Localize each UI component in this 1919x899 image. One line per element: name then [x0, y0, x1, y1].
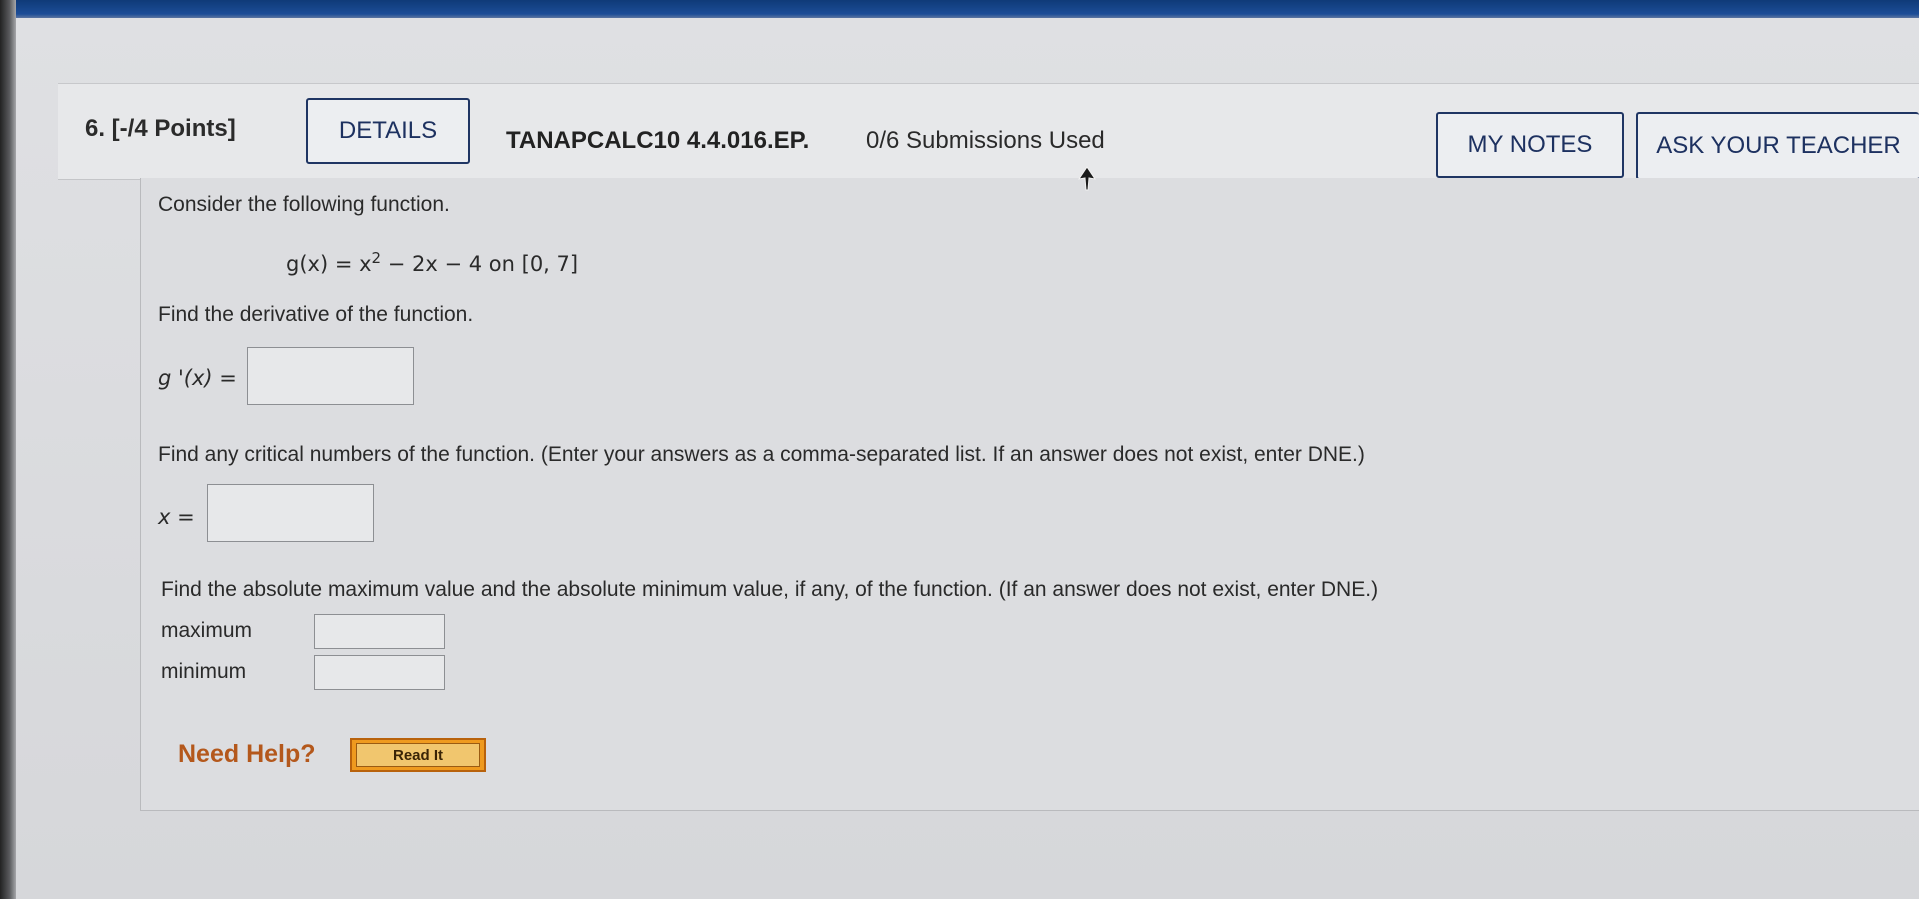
minimum-label: minimum — [161, 660, 247, 683]
function-lhs: g(x) = x — [286, 252, 372, 276]
mouse-cursor-icon — [1078, 166, 1096, 191]
derivative-input[interactable] — [247, 347, 414, 405]
maximum-input[interactable] — [314, 614, 445, 649]
function-exponent: 2 — [371, 249, 382, 267]
read-it-label: Read It — [356, 743, 480, 767]
question-number-points: 6. [-/4 Points] — [85, 115, 236, 142]
screen-bezel — [0, 0, 16, 899]
minimum-input[interactable] — [314, 655, 445, 690]
details-button[interactable]: DETAILS — [306, 98, 470, 164]
submissions-used: 0/6 Submissions Used — [866, 127, 1105, 154]
ask-your-teacher-button[interactable]: ASK YOUR TEACHER — [1636, 112, 1919, 180]
critical-prompt: Find any critical numbers of the functio… — [158, 443, 1365, 466]
intro-text: Consider the following function. — [158, 193, 450, 216]
derivative-label: g '(x) = — [158, 366, 237, 390]
maximum-label: maximum — [161, 619, 253, 642]
function-rhs: − 2x − 4 on [0, 7] — [381, 252, 579, 276]
critical-numbers-input[interactable] — [207, 484, 374, 542]
critical-label: x = — [158, 505, 195, 529]
browser-top-bar — [0, 0, 1919, 20]
my-notes-button[interactable]: MY NOTES — [1436, 112, 1624, 178]
function-expression: g(x) = x2 − 2x − 4 on [0, 7] — [286, 249, 578, 276]
extrema-prompt: Find the absolute maximum value and the … — [161, 578, 1379, 601]
course-code: TANAPCALC10 4.4.016.EP. — [506, 127, 810, 154]
need-help-label: Need Help? — [178, 740, 316, 768]
read-it-button[interactable]: Read It — [350, 738, 486, 772]
derivative-prompt: Find the derivative of the function. — [158, 303, 474, 326]
